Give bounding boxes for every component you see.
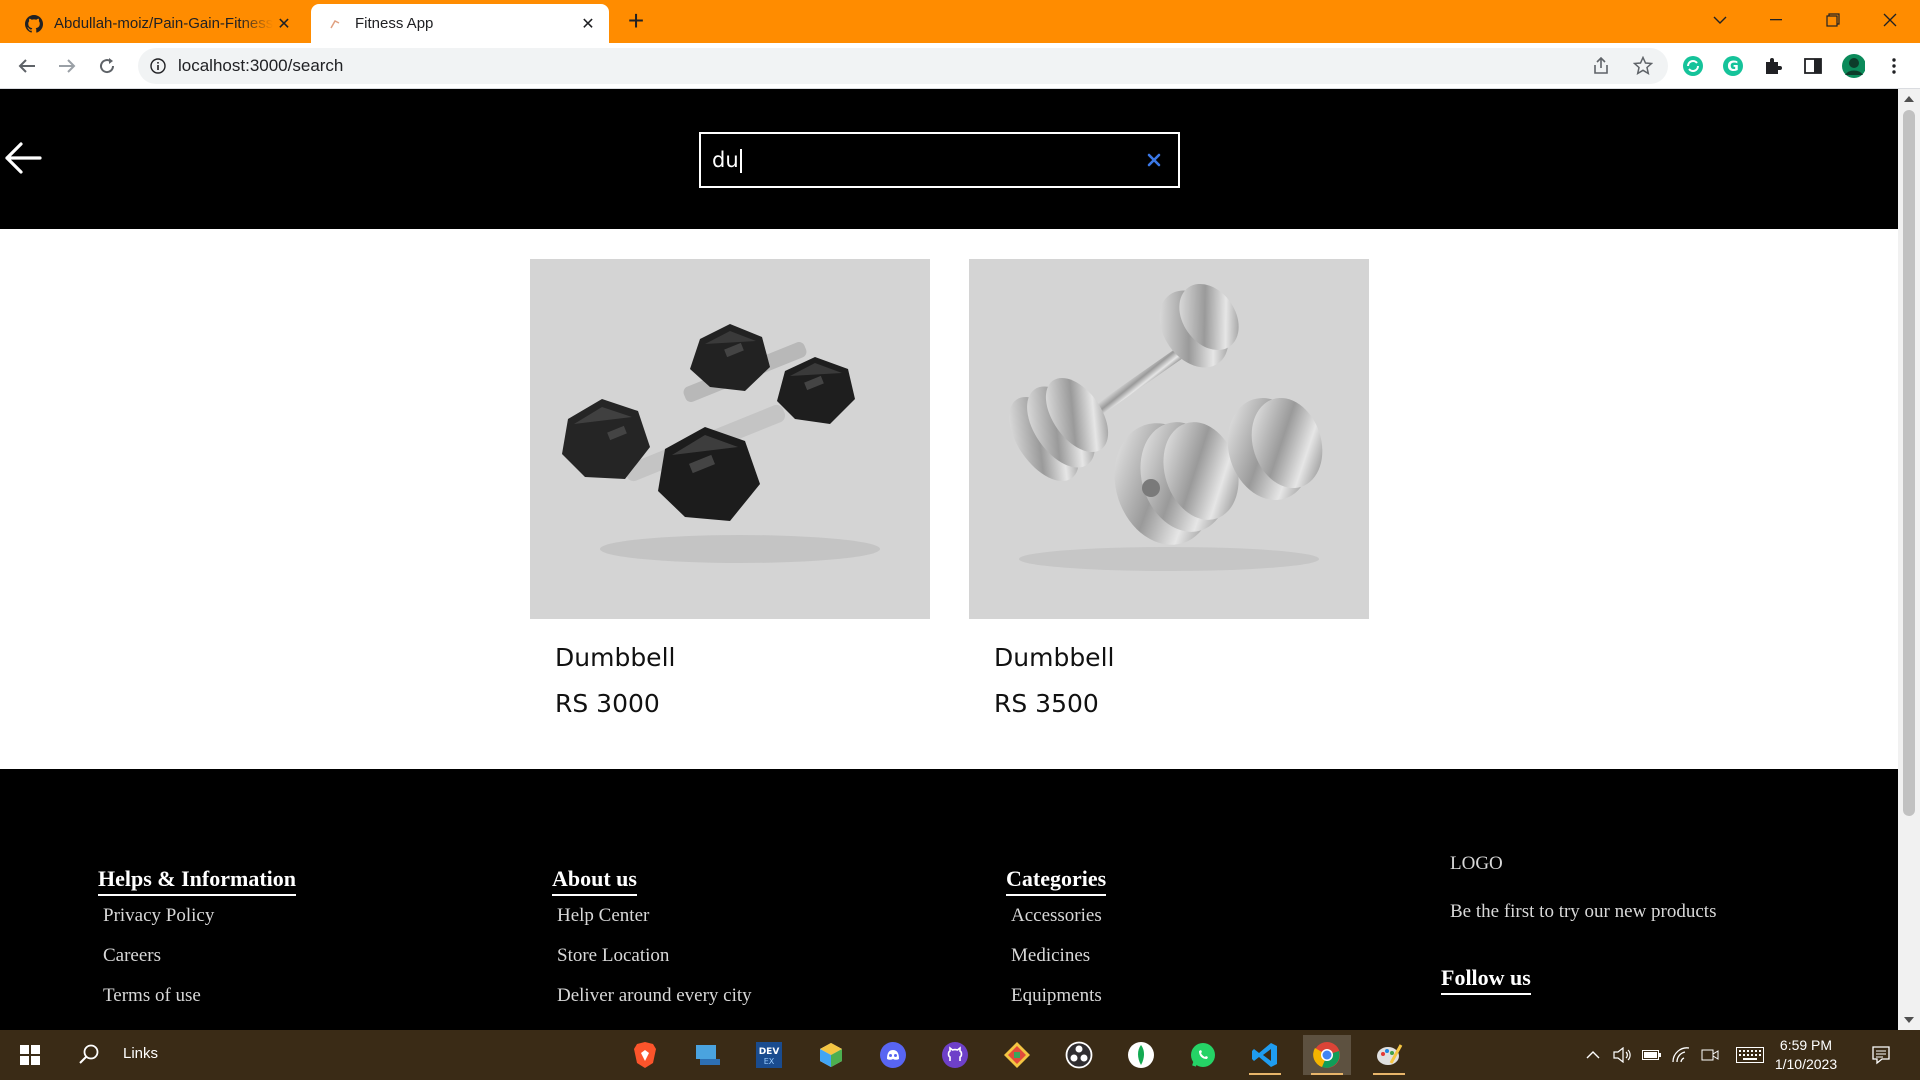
browser-toolbar: localhost:3000/search G xyxy=(0,43,1920,89)
close-icon[interactable]: ✕ xyxy=(577,13,599,35)
taskbar-clock[interactable]: 6:59 PM 1/10/2023 xyxy=(1768,1036,1844,1074)
info-icon[interactable] xyxy=(150,58,166,74)
url-text: localhost:3000/search xyxy=(178,56,344,75)
scroll-down-icon[interactable] xyxy=(1904,1017,1914,1023)
footer-link[interactable]: Store Location xyxy=(557,944,752,984)
grammarly-icon[interactable]: G xyxy=(1721,54,1745,78)
page-scrollbar[interactable] xyxy=(1898,89,1920,1030)
svg-text:DEV: DEV xyxy=(759,1047,780,1057)
address-bar[interactable]: localhost:3000/search xyxy=(138,48,1668,84)
footer-column-about: About us Help Center Store Location Deli… xyxy=(552,866,752,1024)
notifications-icon[interactable] xyxy=(1868,1042,1894,1068)
meet-now-icon[interactable] xyxy=(1699,1044,1721,1066)
github-desktop-icon[interactable] xyxy=(931,1035,979,1075)
tab-github[interactable]: Abdullah-moiz/Pain-Gain-Fitness ✕ xyxy=(10,4,305,43)
whatsapp-icon[interactable] xyxy=(1179,1035,1227,1075)
extensions-puzzle-icon[interactable] xyxy=(1761,54,1785,78)
footer-link[interactable]: Deliver around every city xyxy=(557,984,752,1024)
tab-search-icon[interactable] xyxy=(1700,0,1740,40)
footer-heading: Follow us xyxy=(1441,965,1531,995)
scrollbar-thumb[interactable] xyxy=(1903,110,1915,816)
product-card[interactable]: Dumbbell RS 3000 xyxy=(530,259,930,718)
footer-link[interactable]: Careers xyxy=(103,944,296,984)
footer-column-categories: Categories Accessories Medicines Equipme… xyxy=(1006,866,1107,1024)
footer-heading: Helps & Information xyxy=(98,866,296,896)
svg-text:EX: EX xyxy=(764,1057,775,1066)
wifi-icon[interactable] xyxy=(1670,1044,1692,1066)
footer-logo[interactable]: LOGO xyxy=(1450,853,1716,875)
restore-icon[interactable] xyxy=(1813,0,1853,40)
tab-title: Fitness App xyxy=(355,15,434,32)
brave-icon[interactable] xyxy=(621,1035,669,1075)
github-icon xyxy=(24,14,44,34)
hex-dumbbells-image[interactable] xyxy=(530,259,930,619)
product-price: RS 3000 xyxy=(555,689,660,718)
share-icon[interactable] xyxy=(1590,55,1612,77)
clock-time: 6:59 PM xyxy=(1779,1037,1833,1053)
product-name: Dumbbell xyxy=(994,643,1115,672)
footer-heading: About us xyxy=(552,866,637,896)
discord-icon[interactable] xyxy=(869,1035,917,1075)
footer-link[interactable]: Terms of use xyxy=(103,984,296,1024)
taskbar-search-label[interactable]: Links xyxy=(123,1045,158,1062)
footer-link[interactable]: Accessories xyxy=(1011,904,1106,944)
bookmark-star-icon[interactable] xyxy=(1632,55,1654,77)
search-input-value[interactable]: du xyxy=(712,148,1146,173)
site-header: du xyxy=(0,89,1898,229)
close-icon[interactable]: ✕ xyxy=(273,13,295,35)
product-card[interactable]: Dumbbell RS 3500 xyxy=(969,259,1369,718)
mongodb-compass-icon[interactable] xyxy=(1117,1035,1165,1075)
dev-community-icon[interactable]: DEV EX xyxy=(745,1035,793,1075)
footer-column-help: Helps & Information Privacy Policy Caree… xyxy=(98,866,296,1024)
site-footer: Helps & Information Privacy Policy Caree… xyxy=(0,769,1898,1030)
minimize-icon[interactable] xyxy=(1756,0,1796,40)
taskbar-search-icon[interactable] xyxy=(78,1043,102,1067)
paint-icon[interactable] xyxy=(1365,1035,1413,1075)
reload-icon[interactable] xyxy=(93,52,121,80)
search-input[interactable]: du xyxy=(699,132,1180,188)
tab-title: Abdullah-moiz/Pain-Gain-Fitness xyxy=(54,15,273,32)
show-hidden-icons-icon[interactable] xyxy=(1582,1044,1604,1066)
git-tool-icon[interactable] xyxy=(993,1035,1041,1075)
tab-fitness-app[interactable]: Fitness App ✕ xyxy=(311,4,609,43)
new-tab-button[interactable]: + xyxy=(622,7,650,36)
volume-icon[interactable] xyxy=(1612,1044,1634,1066)
footer-heading: Categories xyxy=(1006,866,1107,896)
back-icon[interactable] xyxy=(13,52,41,80)
forward-icon[interactable] xyxy=(53,52,81,80)
clock-date: 1/10/2023 xyxy=(1774,1056,1838,1072)
footer-link[interactable]: Equipments xyxy=(1011,984,1106,1024)
page-content: du Dumbbell RS 3000 Dumbbell RS 3500 Hel… xyxy=(0,89,1898,1030)
vscode-icon[interactable] xyxy=(1241,1035,1289,1075)
back-arrow-icon[interactable] xyxy=(4,141,42,175)
footer-follow: Follow us xyxy=(1441,965,1531,995)
keyboard-icon[interactable] xyxy=(1735,1044,1765,1066)
chrome-menu-icon[interactable] xyxy=(1882,54,1906,78)
footer-link[interactable]: Privacy Policy xyxy=(103,904,296,944)
windows-start-icon[interactable] xyxy=(10,1040,50,1070)
favicon-icon xyxy=(325,14,345,34)
clear-search-icon[interactable] xyxy=(1146,152,1162,168)
footer-tagline: Be the first to try our new products xyxy=(1450,901,1717,922)
close-window-icon[interactable] xyxy=(1870,0,1910,40)
cube-app-icon[interactable] xyxy=(807,1035,855,1075)
footer-link[interactable]: Help Center xyxy=(557,904,752,944)
footer-link[interactable]: Medicines xyxy=(1011,944,1106,984)
search-results: Dumbbell RS 3000 Dumbbell RS 3500 xyxy=(530,259,1369,718)
obs-studio-icon[interactable] xyxy=(1055,1035,1103,1075)
side-panel-icon[interactable] xyxy=(1801,54,1825,78)
footer-brand: LOGO Be the first to try our new product… xyxy=(1450,853,1716,923)
product-name: Dumbbell xyxy=(555,643,676,672)
battery-icon[interactable] xyxy=(1641,1044,1663,1066)
profile-avatar[interactable] xyxy=(1841,54,1865,78)
windows-taskbar: Links DEV EX 6:59 PM 1/10/2023 xyxy=(0,1030,1920,1080)
grammarly-sync-icon[interactable] xyxy=(1681,54,1705,78)
chrome-dumbbells-image[interactable] xyxy=(969,259,1369,619)
scroll-up-icon[interactable] xyxy=(1904,96,1914,102)
svg-text:G: G xyxy=(1727,59,1739,75)
file-explorer-icon[interactable] xyxy=(684,1035,732,1075)
browser-tab-bar: Abdullah-moiz/Pain-Gain-Fitness ✕ Fitnes… xyxy=(0,0,1920,43)
product-price: RS 3500 xyxy=(994,689,1099,718)
chrome-icon[interactable] xyxy=(1303,1035,1351,1075)
